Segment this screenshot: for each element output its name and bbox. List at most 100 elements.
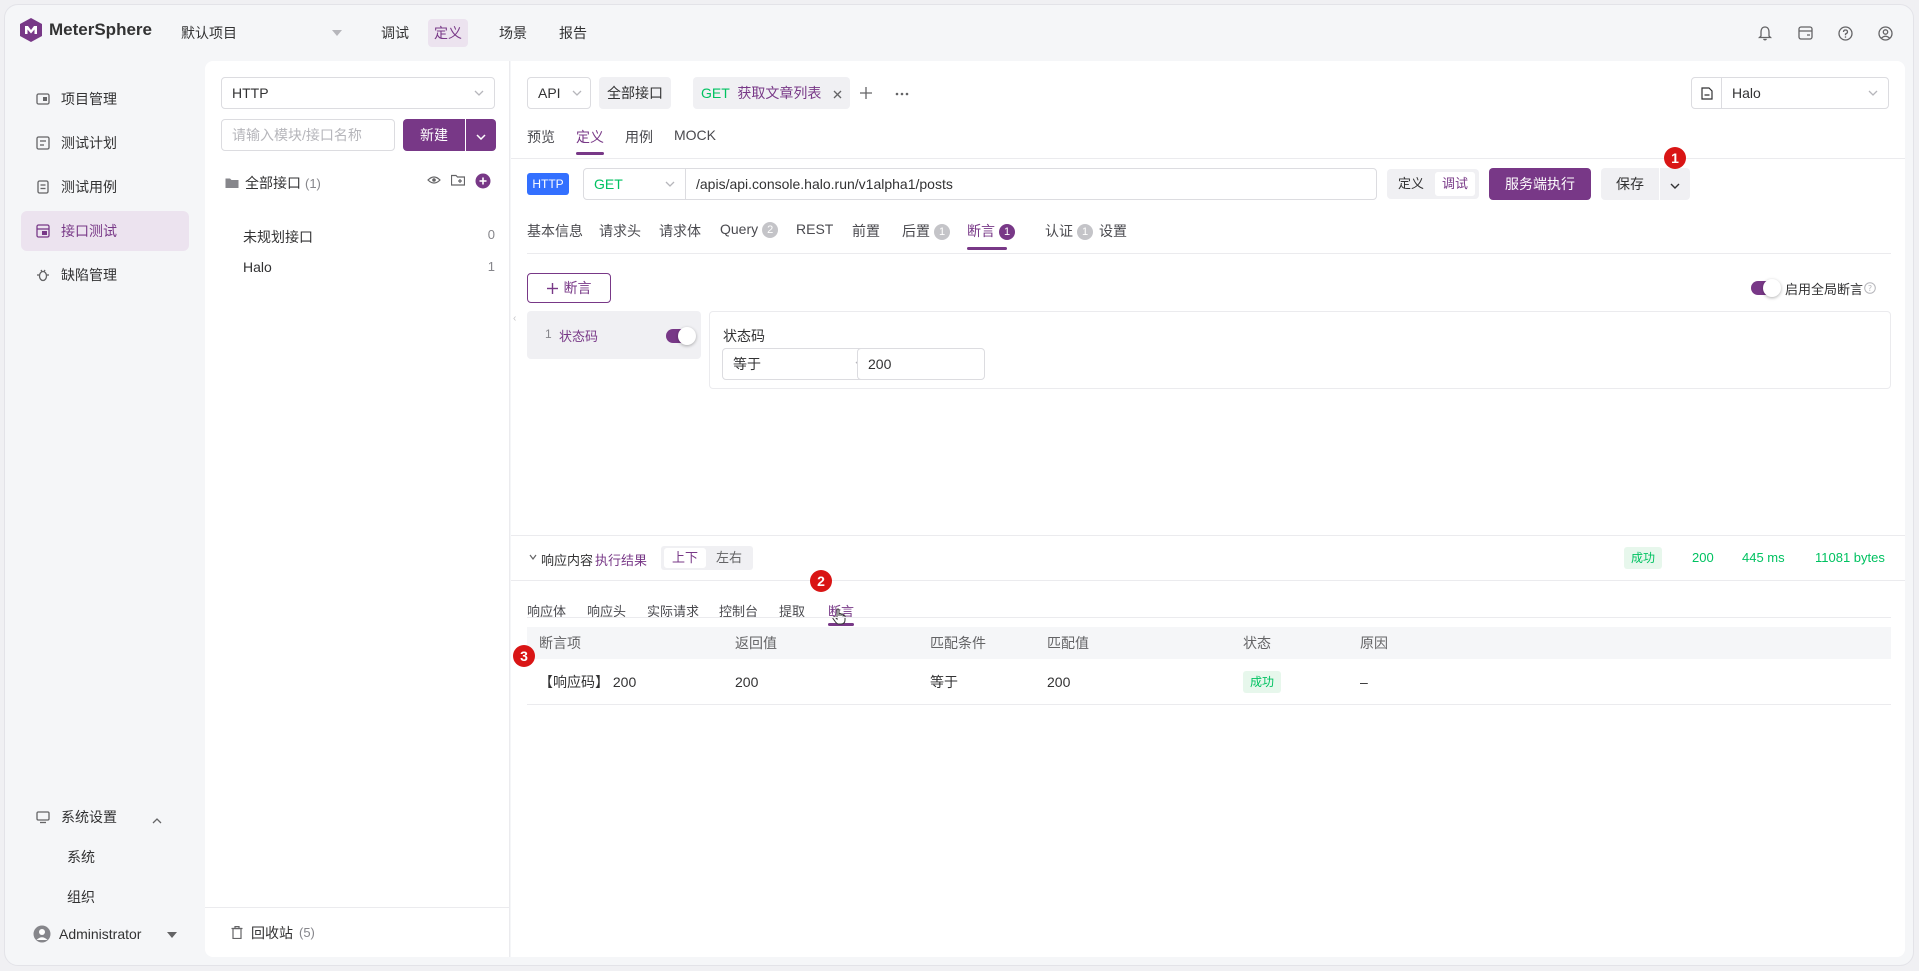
- response-size: 11081 bytes: [1815, 550, 1885, 565]
- req-tab-basic-info[interactable]: 基本信息: [527, 221, 583, 241]
- add-folder-icon[interactable]: [451, 174, 465, 186]
- annotation-marker-1: 1: [1664, 147, 1686, 169]
- bug-icon: [35, 267, 51, 283]
- req-tab-headers[interactable]: 请求头: [599, 221, 641, 241]
- type-select[interactable]: API: [527, 77, 591, 109]
- tab-get-article-list[interactable]: GET 获取文章列表: [693, 77, 851, 109]
- recycle-bin[interactable]: 回收站 (5): [205, 907, 509, 957]
- req-tab-body[interactable]: 请求体: [659, 221, 701, 241]
- folder-icon: [225, 177, 239, 189]
- chevron-down-icon: [572, 90, 582, 96]
- type-select-value: API: [538, 85, 561, 101]
- new-button[interactable]: 新建: [403, 119, 465, 151]
- drag-handle[interactable]: ‹: [513, 311, 521, 327]
- annotation-marker-3: 3: [513, 645, 535, 667]
- cell-reason: –: [1360, 674, 1368, 690]
- info-icon[interactable]: ?: [1864, 282, 1876, 294]
- brand-logo[interactable]: MeterSphere: [19, 17, 152, 43]
- chevron-down-icon: [665, 181, 675, 187]
- cell-condition: 等于: [930, 674, 958, 690]
- subtab-mock[interactable]: MOCK: [674, 127, 716, 143]
- user-settings-icon[interactable]: [1877, 25, 1893, 41]
- api-test-icon: [35, 223, 51, 239]
- chevron-down-icon: [474, 90, 484, 96]
- subtab-cases[interactable]: 用例: [625, 127, 653, 147]
- module-search-input[interactable]: 请输入模块/接口名称: [221, 119, 395, 151]
- tree-node-label: 未规划接口: [243, 229, 313, 245]
- new-dropdown-button[interactable]: [466, 119, 496, 151]
- sidebar-item-test-plan[interactable]: 测试计划: [21, 123, 189, 163]
- user-menu[interactable]: Administrator: [33, 925, 193, 943]
- req-tab-auth[interactable]: 认证 1: [1045, 221, 1093, 241]
- chevron-down-icon[interactable]: [529, 554, 537, 560]
- cell-assertion-item: 【响应码】 200: [539, 674, 637, 690]
- more-icon[interactable]: [895, 92, 909, 96]
- assertion-list-item[interactable]: 1 状态码: [527, 311, 701, 359]
- global-assertion-toggle[interactable]: [1751, 279, 1781, 297]
- tree-node-unplanned[interactable]: 未规划接口 0: [243, 227, 495, 247]
- sidebar-item-label: 测试计划: [61, 135, 117, 151]
- sidebar-item-api-test[interactable]: 接口测试: [21, 211, 189, 251]
- mode-debug[interactable]: 调试: [1435, 172, 1475, 196]
- req-tab-label: Query: [720, 221, 759, 237]
- server-execute-button[interactable]: 服务端执行: [1489, 168, 1591, 200]
- layout-vertical[interactable]: 上下: [664, 548, 706, 568]
- tree-node-halo[interactable]: Halo 1: [243, 259, 495, 275]
- protocol-select[interactable]: HTTP: [221, 77, 495, 109]
- url-field[interactable]: GET /apis/api.console.halo.run/v1alpha1/…: [583, 168, 1377, 200]
- close-icon[interactable]: [833, 90, 842, 99]
- assertion-detail-card: 状态码 等于 200: [709, 311, 1891, 389]
- nav-definition[interactable]: 定义: [428, 19, 468, 47]
- eye-icon[interactable]: [427, 175, 441, 185]
- subtab-definition[interactable]: 定义: [576, 127, 604, 147]
- expected-value-input[interactable]: 200: [857, 348, 985, 380]
- sidebar: 项目管理 测试计划 测试用例 接口测试 缺陷管理 系统设置 系统 组织 Admi…: [5, 61, 205, 965]
- annotation-marker-2: 2: [810, 570, 832, 592]
- nav-report[interactable]: 报告: [559, 5, 587, 61]
- project-name: 默认项目: [181, 25, 237, 41]
- sidebar-subitem-organization[interactable]: 组织: [67, 887, 95, 907]
- add-assertion-button[interactable]: 断言: [527, 273, 611, 303]
- sidebar-item-label: 接口测试: [61, 223, 117, 239]
- nav-debug[interactable]: 调试: [381, 5, 409, 61]
- req-tab-query[interactable]: Query 2: [720, 221, 779, 238]
- req-tab-post[interactable]: 后置 1: [902, 221, 950, 241]
- req-tab-rest[interactable]: REST: [796, 221, 833, 237]
- save-button[interactable]: 保存: [1601, 168, 1659, 200]
- mode-switch[interactable]: 定义 调试: [1387, 169, 1479, 199]
- sidebar-item-test-case[interactable]: 测试用例: [21, 167, 189, 207]
- req-tab-label: 后置: [902, 223, 930, 239]
- add-assertion-label: 断言: [563, 280, 592, 296]
- assertion-detail-title: 状态码: [723, 328, 765, 344]
- req-tab-label: 认证: [1045, 223, 1073, 239]
- task-center-icon[interactable]: [1797, 25, 1813, 41]
- req-tab-assertion[interactable]: 断言 1: [967, 221, 1015, 241]
- add-tab-icon[interactable]: [860, 87, 872, 99]
- sidebar-item-project[interactable]: 项目管理: [21, 79, 189, 119]
- assertion-item-toggle[interactable]: [666, 327, 696, 345]
- environment-select[interactable]: Halo: [1691, 77, 1889, 109]
- execution-result-link[interactable]: 执行结果: [595, 550, 647, 569]
- req-tab-label: 断言: [967, 223, 995, 239]
- req-tab-count: 1: [999, 224, 1015, 240]
- req-tab-pre[interactable]: 前置: [852, 221, 880, 241]
- project-select[interactable]: 默认项目: [181, 17, 346, 49]
- mode-define[interactable]: 定义: [1391, 172, 1431, 196]
- nav-scenario[interactable]: 场景: [499, 5, 527, 61]
- tab-all-apis[interactable]: 全部接口: [599, 77, 671, 109]
- sidebar-item-bug[interactable]: 缺陷管理: [21, 255, 189, 295]
- sidebar-subitem-system[interactable]: 系统: [67, 847, 95, 867]
- tree-root[interactable]: 全部接口 (1): [225, 173, 321, 193]
- add-circle-icon[interactable]: [475, 173, 491, 189]
- nav-definition-label: 定义: [434, 25, 462, 41]
- layout-horizontal[interactable]: 左右: [708, 548, 750, 568]
- req-tab-settings[interactable]: 设置: [1099, 221, 1127, 241]
- layout-switch[interactable]: 上下 左右: [661, 546, 753, 570]
- save-dropdown-button[interactable]: [1660, 168, 1690, 200]
- sidebar-item-system-settings[interactable]: 系统设置: [21, 797, 189, 837]
- help-icon[interactable]: [1837, 25, 1853, 41]
- bell-icon[interactable]: [1757, 25, 1773, 41]
- subtab-preview[interactable]: 预览: [527, 127, 555, 147]
- condition-select[interactable]: 等于: [722, 348, 876, 380]
- method-select[interactable]: GET: [584, 169, 686, 199]
